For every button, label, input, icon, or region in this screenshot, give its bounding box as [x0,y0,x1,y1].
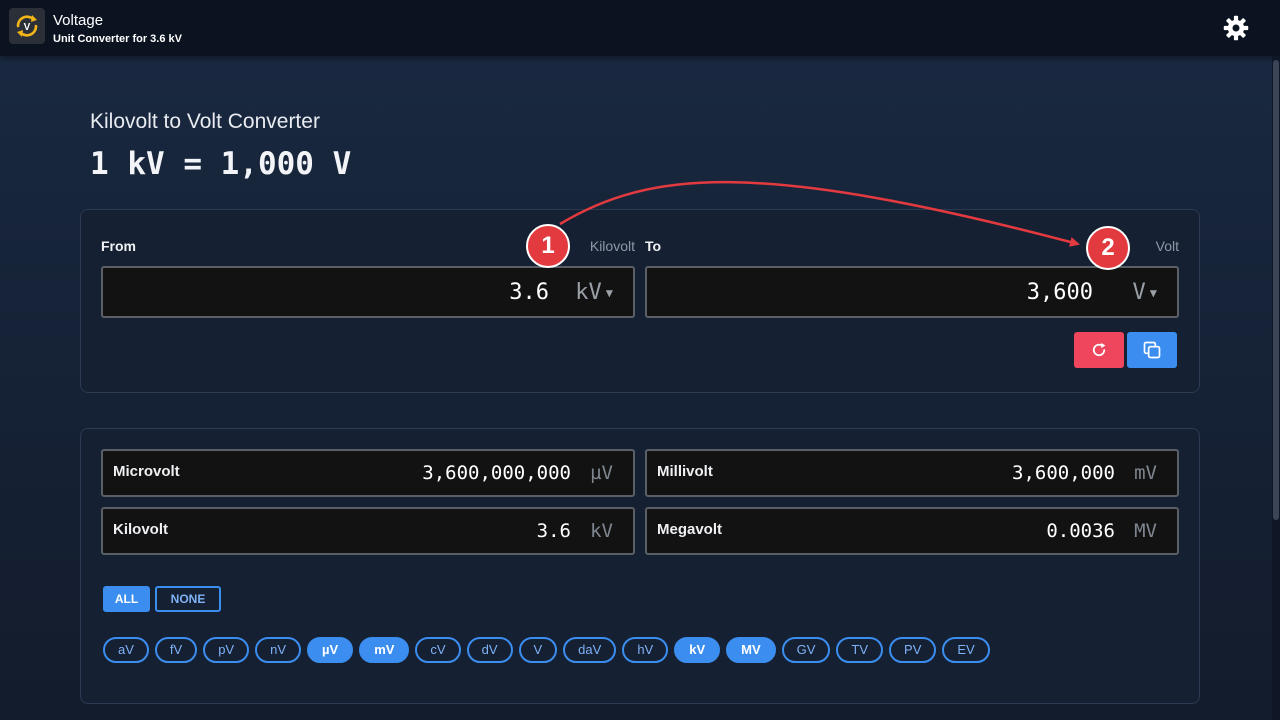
unit-chip[interactable]: fV [154,637,198,663]
unit-chip[interactable]: kV [674,637,721,663]
result-unit-symbol: kV [590,520,613,542]
unit-chip[interactable]: aV [103,637,149,663]
result-row: Microvolt 3,600,000,000 µV [101,449,635,497]
from-value-field[interactable]: 3.6 kV ▼ [101,266,635,318]
annotation-badge-1: 1 [526,224,570,268]
unit-chip[interactable]: µV [307,637,354,663]
to-unit-select[interactable]: V ▼ [1133,280,1157,305]
from-unit-select[interactable]: kV ▼ [575,280,613,305]
gear-icon[interactable] [1222,14,1250,42]
scrollbar-thumb[interactable] [1273,60,1279,520]
unit-chip[interactable]: hV [622,637,669,663]
voltage-app-icon: V [9,8,45,44]
result-row: Kilovolt 3.6 kV [101,507,635,555]
unit-chip[interactable]: mV [359,637,410,663]
select-all-button[interactable]: ALL [103,586,150,612]
result-value: 0.0036 [1046,520,1115,542]
unit-chip[interactable]: TV [836,637,884,663]
unit-chip[interactable]: nV [255,637,302,663]
result-value: 3.6 [536,520,571,542]
result-unit-symbol: mV [1134,462,1157,484]
app-subtitle: Unit Converter for 3.6 kV [53,33,182,45]
unit-chip[interactable]: daV [563,637,617,663]
converter-title: Kilovolt to Volt Converter [90,110,320,133]
to-value-field[interactable]: 3,600 V ▼ [645,266,1179,318]
result-row: Millivolt 3,600,000 mV [645,449,1179,497]
unit-chip[interactable]: V [518,637,558,663]
from-label: From [101,238,136,254]
reset-button[interactable] [1074,332,1124,368]
refresh-icon [1092,342,1106,357]
select-none-button[interactable]: NONE [155,586,221,612]
svg-text:V: V [24,22,31,33]
from-unit-symbol: kV [575,280,602,305]
result-unit-symbol: µV [590,462,613,484]
unit-chip[interactable]: dV [466,637,513,663]
result-value: 3,600,000,000 [422,462,571,484]
chevron-down-icon: ▼ [605,286,613,300]
annotation-badge-2: 2 [1086,226,1130,270]
from-value[interactable]: 3.6 [509,280,549,305]
result-unit-name: Microvolt [113,463,180,480]
chevron-down-icon: ▼ [1149,286,1157,300]
unit-chip[interactable]: PV [889,637,937,663]
conversion-equation: 1 kV = 1,000 V [90,146,352,182]
result-value: 3,600,000 [1012,462,1115,484]
to-value[interactable]: 3,600 [1027,280,1093,305]
unit-chip[interactable]: GV [781,637,831,663]
top-bar: V Voltage Unit Converter for 3.6 kV [0,0,1280,56]
app-title: Voltage [53,12,104,29]
result-row: Megavolt 0.0036 MV [645,507,1179,555]
unit-chip[interactable]: cV [415,637,461,663]
result-unit-name: Millivolt [657,463,713,480]
copy-button[interactable] [1127,332,1177,368]
result-unit-name: Kilovolt [113,521,168,538]
unit-filter-chips: aV fV pV nV µV mV cV dV V daV hV kV MV G… [103,637,990,663]
to-label: To [645,238,662,254]
copy-icon [1143,341,1161,359]
to-unit-symbol: V [1132,280,1146,305]
result-unit-name: Megavolt [657,521,723,538]
unit-chip[interactable]: MV [726,637,776,663]
result-unit-symbol: MV [1134,520,1157,542]
unit-chip[interactable]: pV [203,637,250,663]
unit-chip[interactable]: EV [942,637,990,663]
